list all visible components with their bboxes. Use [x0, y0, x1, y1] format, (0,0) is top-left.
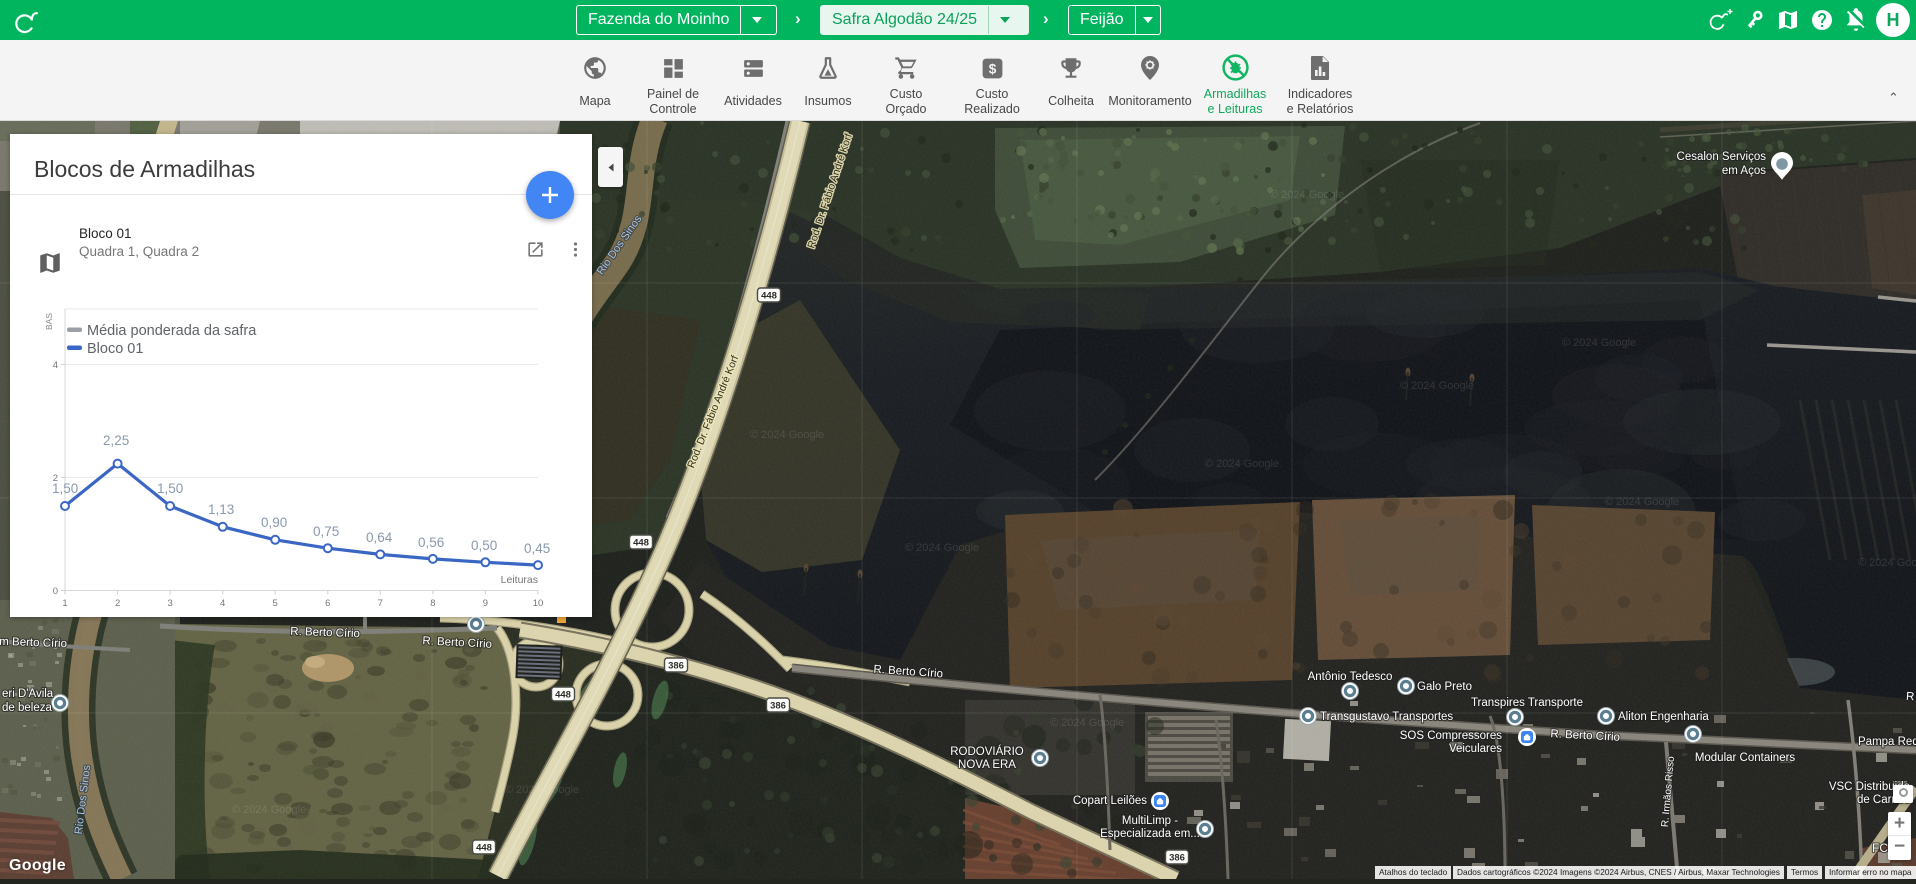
svg-text:Antônio Tedesco: Antônio Tedesco [1308, 671, 1393, 683]
svg-text:Galo Preto: Galo Preto [1417, 681, 1472, 693]
svg-text:Cesalon Serviços: Cesalon Serviços [1677, 151, 1767, 163]
svg-text:$: $ [988, 62, 996, 77]
svg-text:Modular Containers: Modular Containers [1695, 752, 1796, 764]
svg-text:0,64: 0,64 [366, 530, 393, 545]
svg-text:BAS: BAS [44, 313, 54, 330]
svg-text:10: 10 [533, 598, 544, 609]
svg-text:386: 386 [1169, 853, 1185, 864]
svg-text:Pampa Req: Pampa Req [1858, 736, 1916, 748]
svg-text:Aliton Engenharia: Aliton Engenharia [1618, 711, 1709, 723]
svg-text:1,13: 1,13 [208, 502, 234, 517]
svg-text:FC: FC [1872, 841, 1888, 855]
svg-text:Leituras: Leituras [501, 574, 538, 586]
svg-text:448: 448 [555, 690, 571, 701]
svg-text:MultiLimp -: MultiLimp - [1122, 815, 1178, 827]
svg-text:0: 0 [53, 586, 58, 597]
svg-text:0,50: 0,50 [471, 538, 497, 553]
svg-text:0,56: 0,56 [418, 535, 444, 550]
svg-text:Bloco 01: Bloco 01 [87, 341, 143, 357]
svg-text:5: 5 [273, 598, 278, 609]
svg-text:8: 8 [430, 598, 435, 609]
svg-text:386: 386 [668, 661, 684, 672]
svg-text:Transpires Transporte: Transpires Transporte [1471, 697, 1583, 709]
svg-text:1,50: 1,50 [157, 481, 183, 496]
svg-text:1,50: 1,50 [52, 481, 78, 496]
svg-text:SOS Compressores: SOS Compressores [1400, 730, 1503, 742]
svg-text:4: 4 [220, 598, 225, 609]
svg-text:Copart Leilões: Copart Leilões [1073, 795, 1147, 807]
svg-text:386: 386 [770, 701, 786, 712]
svg-text:Especializada em...: Especializada em... [1100, 828, 1200, 840]
svg-text:R: R [1906, 691, 1915, 703]
svg-text:3: 3 [167, 598, 172, 609]
svg-text:9: 9 [483, 598, 488, 609]
svg-text:m Berto Círio: m Berto Círio [0, 636, 67, 650]
svg-text:1: 1 [62, 598, 67, 609]
svg-text:448: 448 [476, 843, 492, 854]
svg-text:Veiculares: Veiculares [1449, 743, 1502, 755]
svg-text:Transgustavo Transportes: Transgustavo Transportes [1320, 711, 1453, 723]
svg-text:0,90: 0,90 [261, 515, 287, 530]
svg-text:R. Berto Círio: R. Berto Círio [290, 626, 360, 640]
svg-text:Média ponderada da safra: Média ponderada da safra [87, 323, 257, 339]
svg-text:2,25: 2,25 [103, 433, 129, 448]
svg-text:7: 7 [378, 598, 383, 609]
svg-text:NOVA ERA: NOVA ERA [958, 759, 1016, 771]
svg-text:448: 448 [761, 291, 777, 302]
svg-text:em Aços: em Aços [1722, 165, 1766, 177]
svg-text:0,75: 0,75 [313, 524, 339, 539]
svg-text:eri D'Avila: eri D'Avila [2, 688, 54, 700]
svg-text:RODOVIÁRIO: RODOVIÁRIO [950, 745, 1024, 758]
svg-text:de beleza: de beleza [2, 702, 52, 714]
svg-text:6: 6 [325, 598, 330, 609]
svg-text:0,45: 0,45 [524, 541, 550, 556]
svg-text:4: 4 [53, 360, 58, 371]
svg-text:448: 448 [633, 538, 649, 549]
svg-text:2: 2 [115, 598, 120, 609]
